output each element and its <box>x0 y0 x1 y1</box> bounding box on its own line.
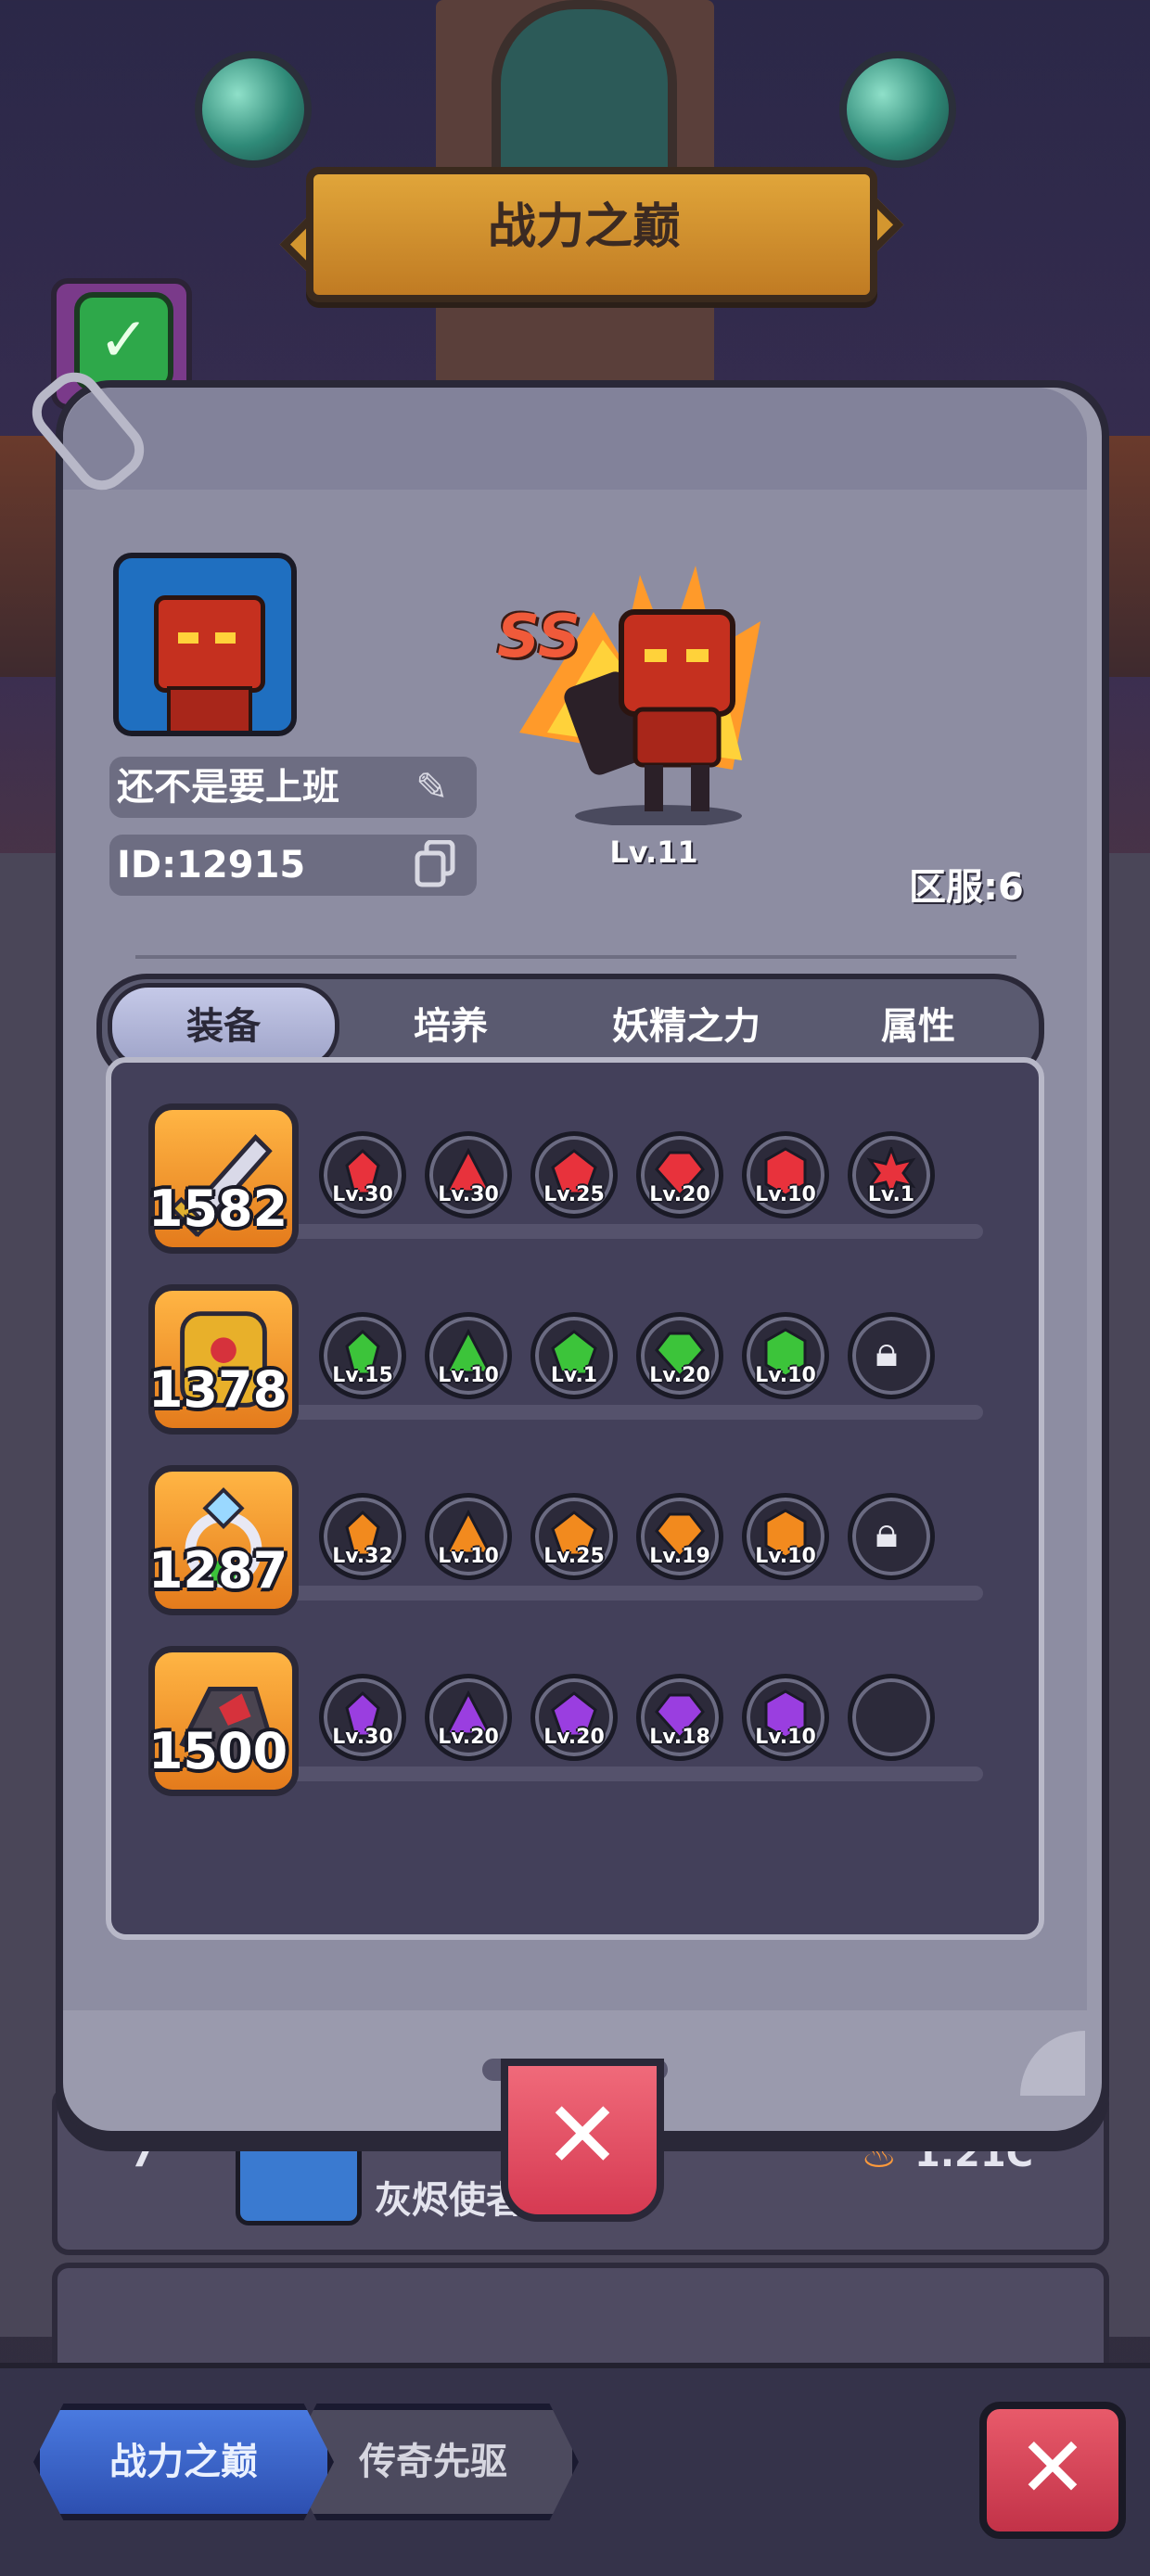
avatar-head <box>154 595 265 693</box>
player-id: ID:12915 <box>117 844 306 886</box>
tab-training[interactable]: 培养 <box>358 985 543 1068</box>
page-title: 战力之巅 <box>487 199 681 255</box>
lock-icon: 🔒︎ <box>875 1507 899 1557</box>
gem-level: Lv.20 <box>649 1364 710 1387</box>
gem-slot-locked[interactable]: 🔒︎ <box>848 1493 935 1580</box>
equipment-power: 1500 <box>147 1722 288 1780</box>
pencil-icon[interactable]: ✎ <box>415 766 458 809</box>
hero-sprite <box>482 547 779 827</box>
divider <box>135 955 1016 959</box>
equipment-row-track <box>278 1405 983 1420</box>
gem-slot-empty[interactable] <box>848 1674 935 1761</box>
equipment-row-track <box>278 1224 983 1239</box>
avatar-eye <box>215 632 236 644</box>
gem-level: Lv.25 <box>543 1545 605 1568</box>
avatar-body <box>167 686 252 731</box>
equipment-row-track <box>278 1766 983 1781</box>
player-avatar <box>113 553 297 736</box>
tab-attributes[interactable]: 属性 <box>825 985 1011 1068</box>
gem-slot-locked[interactable]: 🔒︎ <box>848 1312 935 1399</box>
rank-number: 7 <box>130 2133 156 2175</box>
gem-level: Lv.30 <box>332 1726 393 1749</box>
gem-level: Lv.10 <box>755 1183 816 1206</box>
gem-level: Lv.1 <box>867 1183 915 1206</box>
gem-level: Lv.32 <box>332 1545 393 1568</box>
rank-score: 1.21C <box>914 2133 1034 2175</box>
gem-level: Lv.20 <box>438 1726 499 1749</box>
gem-level: Lv.10 <box>755 1364 816 1387</box>
server-label: 区服:6 <box>909 866 1024 909</box>
close-icon[interactable]: ✕ <box>979 2402 1126 2539</box>
equipment-row-track <box>278 1586 983 1600</box>
gem-level: Lv.19 <box>649 1545 710 1568</box>
gem-level: Lv.20 <box>649 1183 710 1206</box>
gem-level: Lv.25 <box>543 1183 605 1206</box>
close-icon[interactable]: ✕ <box>501 2059 664 2222</box>
gem-level: Lv.10 <box>438 1364 499 1387</box>
hero-grade-badge: SS <box>497 603 581 671</box>
gem-level: Lv.10 <box>755 1726 816 1749</box>
player-name: 还不是要上班 <box>117 766 339 809</box>
gem-level: Lv.18 <box>649 1726 710 1749</box>
panel-header <box>63 388 1087 490</box>
gem-level: Lv.10 <box>755 1545 816 1568</box>
equipment-power: 1582 <box>147 1180 288 1238</box>
tab-fairy-power[interactable]: 妖精之力 <box>584 985 788 1068</box>
copy-icon[interactable] <box>414 839 456 888</box>
equipment-power: 1287 <box>147 1541 288 1600</box>
avatar-eye <box>178 632 198 644</box>
tab-power-peak[interactable]: 战力之巅 <box>33 2404 334 2520</box>
background-orb-right <box>839 51 956 168</box>
gem-level: Lv.1 <box>550 1364 598 1387</box>
gem-level: Lv.30 <box>332 1183 393 1206</box>
equipment-power: 1378 <box>147 1360 288 1419</box>
background-orb-left <box>195 51 312 168</box>
lock-icon: 🔒︎ <box>875 1326 899 1376</box>
gem-level: Lv.20 <box>543 1726 605 1749</box>
gem-level: Lv.10 <box>438 1545 499 1568</box>
gem-level: Lv.30 <box>438 1183 499 1206</box>
gem-level: Lv.15 <box>332 1364 393 1387</box>
hero-level: Lv.11 <box>609 835 698 870</box>
